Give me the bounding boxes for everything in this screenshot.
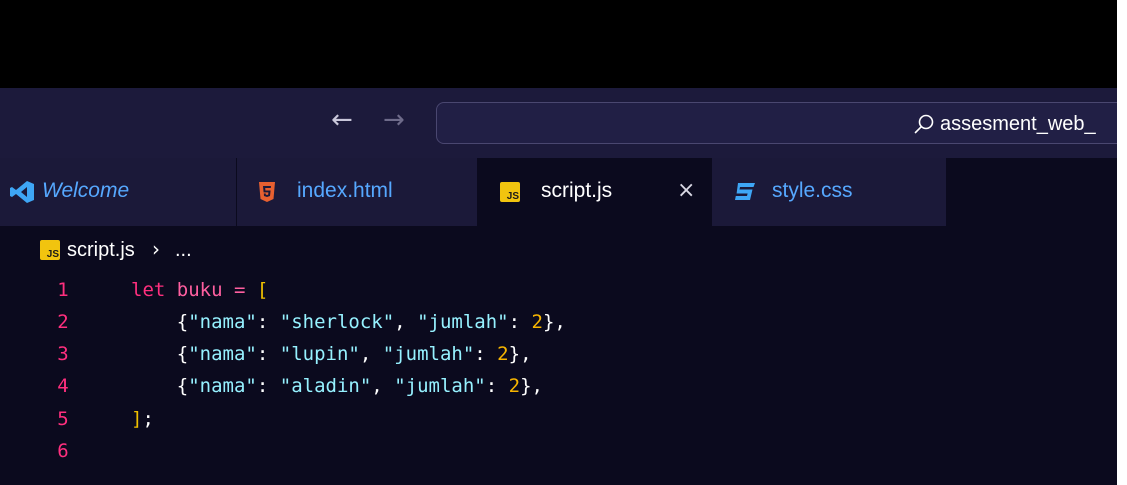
number-value: 2 <box>497 343 509 365</box>
tab-style-css-label: style.css <box>772 179 853 202</box>
operator: = <box>234 279 246 301</box>
breadcrumb-file[interactable]: script.js <box>67 238 135 262</box>
object-key: "nama" <box>188 375 257 397</box>
tab-welcome-label: Welcome <box>42 179 130 202</box>
object-key: "jumlah" <box>394 375 486 397</box>
js-file-icon: JS <box>500 182 520 202</box>
code-line-5: ]; <box>131 407 154 431</box>
tab-script-js[interactable]: JS script.js × <box>478 158 711 226</box>
breadcrumb-js-icon: JS <box>40 240 60 260</box>
tab-index-html-label: index.html <box>297 179 393 202</box>
forward-button[interactable]: → <box>383 105 405 135</box>
brace-comma: }, <box>508 343 532 365</box>
colon: : <box>485 375 498 397</box>
line-number: 3 <box>57 343 69 365</box>
line-number: 5 <box>57 408 69 430</box>
colon: : <box>256 375 269 397</box>
html5-icon <box>259 182 275 202</box>
breadcrumb-separator-icon: › <box>152 237 160 261</box>
tab-style-css[interactable]: style.css <box>712 158 946 226</box>
keyword-let: let <box>131 279 166 301</box>
breadcrumb-symbols[interactable]: ... <box>175 238 192 262</box>
tab-script-js-label: script.js <box>541 179 613 202</box>
semicolon: ; <box>142 408 154 430</box>
css3-icon <box>735 183 755 200</box>
vscode-logo-icon <box>10 181 34 203</box>
code-editor[interactable]: JS script.js › ... 1 2 3 4 5 6 let buku … <box>0 226 1117 485</box>
comma: , <box>394 311 406 333</box>
colon: : <box>256 311 269 333</box>
brace: { <box>176 375 189 397</box>
number-value: 2 <box>508 375 521 397</box>
object-key: "jumlah" <box>382 343 475 365</box>
vscode-window: ← → assesment_web_ Welcome index.html JS <box>0 0 1127 485</box>
colon: : <box>256 343 269 365</box>
bracket: [ <box>256 279 269 301</box>
code-line-4: {"nama": "aladin", "jumlah": 2}, <box>131 374 543 398</box>
code-line-2: {"nama": "sherlock", "jumlah": 2}, <box>131 310 566 334</box>
brace-comma: }, <box>520 375 543 397</box>
search-icon <box>914 114 934 134</box>
object-key: "nama" <box>188 343 257 365</box>
titlebar: ← → assesment_web_ <box>0 88 1127 158</box>
line-number: 6 <box>57 440 69 462</box>
colon: : <box>508 311 521 333</box>
code-line-3: {"nama": "lupin", "jumlah": 2}, <box>131 342 532 366</box>
window-edge <box>1117 0 1127 485</box>
string-value: "aladin" <box>279 375 372 397</box>
top-black-bar <box>0 0 1117 88</box>
string-value: "lupin" <box>279 343 360 365</box>
line-number: 1 <box>57 279 69 301</box>
brace: { <box>176 311 189 333</box>
tab-index-html[interactable]: index.html <box>237 158 477 226</box>
number-value: 2 <box>531 311 543 333</box>
object-key: "jumlah" <box>417 311 509 333</box>
comma: , <box>371 375 383 397</box>
command-center-text: assesment_web_ <box>940 113 1096 135</box>
object-key: "nama" <box>188 311 257 333</box>
editor-tab-bar: Welcome index.html JS script.js × style.… <box>0 158 1117 226</box>
tab-welcome[interactable]: Welcome <box>0 158 236 226</box>
variable-name: buku <box>176 279 223 301</box>
comma: , <box>359 343 372 365</box>
brace: { <box>176 343 189 365</box>
command-center-search[interactable]: assesment_web_ <box>436 102 1127 144</box>
line-number: 4 <box>57 375 69 397</box>
string-value: "sherlock" <box>279 311 395 333</box>
back-button[interactable]: ← <box>331 105 353 135</box>
brace-comma: }, <box>542 311 566 333</box>
bracket: ] <box>131 408 143 430</box>
close-tab-icon[interactable]: × <box>677 178 695 204</box>
line-number: 2 <box>57 311 69 333</box>
colon: : <box>474 343 486 365</box>
code-line-1: let buku = [ <box>131 278 268 302</box>
